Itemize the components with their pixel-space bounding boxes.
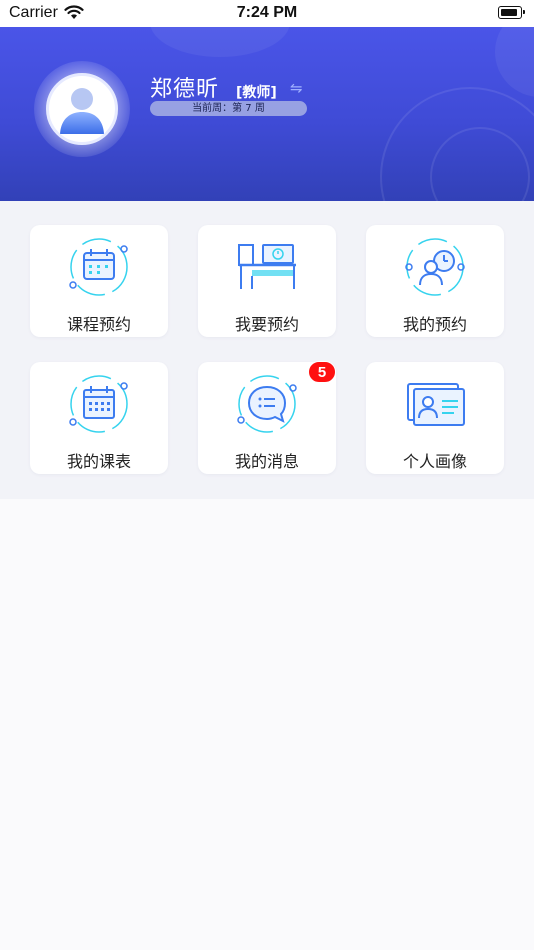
desk-icon: [238, 244, 296, 289]
menu-item-my-timetable[interactable]: 我的课表: [30, 362, 168, 474]
calendar-icon: [69, 238, 128, 296]
empty-content-area: [0, 499, 534, 950]
status-bar: Carrier 7:24 PM: [0, 0, 534, 27]
menu-item-label: 课程预约: [66, 315, 131, 334]
user-clock-icon: [405, 238, 465, 296]
menu-item-label: 我的课表: [66, 452, 131, 471]
menu-item-label: 我的预约: [402, 315, 467, 334]
unread-badge: 5: [308, 361, 336, 383]
menu-item-make-booking[interactable]: 我要预约: [198, 225, 336, 337]
timetable-icon: [69, 375, 128, 433]
menu-item-label: 个人画像: [402, 452, 467, 471]
clock: 7:24 PM: [236, 4, 298, 21]
user-silhouette-icon: [60, 88, 104, 134]
switch-role-icon[interactable]: ⇋: [290, 79, 303, 97]
menu-item-personal-profile[interactable]: 个人画像: [366, 362, 504, 474]
decor-circle: [495, 27, 534, 97]
battery-icon: [498, 6, 525, 19]
current-week: 当前周：第 7 周: [150, 101, 307, 116]
user-role: [教师]: [236, 85, 277, 101]
avatar[interactable]: [46, 73, 118, 145]
menu-item-course-booking[interactable]: 课程预约: [30, 225, 168, 337]
menu-item-label: 我要预约: [234, 315, 299, 334]
message-icon: [237, 375, 297, 433]
menu-item-my-bookings[interactable]: 我的预约: [366, 225, 504, 337]
user-name: 郑德昕: [150, 77, 220, 102]
decor-circle: [150, 27, 290, 57]
menu-item-label: 我的消息: [234, 452, 299, 471]
id-card-icon: [407, 383, 465, 426]
